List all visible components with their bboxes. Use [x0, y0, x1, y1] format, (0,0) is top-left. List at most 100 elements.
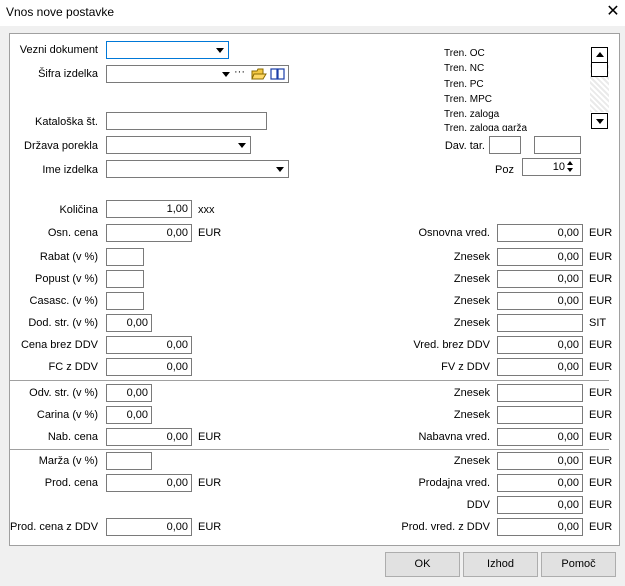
rabat-znesek-unit: EUR	[589, 251, 613, 263]
scrollbar-thumb[interactable]	[591, 62, 608, 77]
prod-cena-unit: EUR	[198, 477, 222, 489]
vred-brez-ddv-label: Vred. brez DDV	[413, 339, 490, 351]
odv-str-znesek-unit: EUR	[589, 387, 613, 399]
osn-cena-input[interactable]: 0,00	[106, 224, 192, 242]
osnovna-vred-label: Osnovna vred.	[418, 227, 490, 239]
dav-tar-input-1[interactable]	[489, 136, 521, 154]
open-folder-icon[interactable]	[251, 67, 267, 81]
prod-vred-z-ddv-unit: EUR	[589, 521, 613, 533]
casasc-znesek-label: Znesek	[453, 295, 490, 307]
arrow-down-icon	[596, 119, 604, 124]
carina-input[interactable]: 0,00	[106, 406, 152, 424]
kolicina-label: Količina	[59, 204, 98, 216]
casasc-znesek-unit: EUR	[589, 295, 613, 307]
carina-znesek-label: Znesek	[453, 409, 490, 421]
scroll-up-button[interactable]	[591, 47, 608, 63]
vred-brez-ddv-unit: EUR	[589, 339, 613, 351]
fc-z-ddv-input[interactable]: 0,00	[106, 358, 192, 376]
popust-input[interactable]	[106, 270, 144, 288]
odv-str-label: Odv. str. (v %)	[29, 387, 98, 399]
marza-znesek-unit: EUR	[589, 455, 613, 467]
carina-label: Carina (v %)	[36, 409, 98, 421]
sifra-izdelka-select[interactable]: ···	[106, 65, 289, 83]
ddv-input[interactable]: 0,00	[497, 496, 583, 514]
chevron-down-icon	[216, 48, 224, 53]
tren-mpc-label: Tren. MPC	[444, 94, 492, 105]
poz-label: Poz	[495, 164, 514, 176]
nab-cena-input[interactable]: 0,00	[106, 428, 192, 446]
tren-nc-label: Tren. NC	[444, 63, 485, 74]
dav-tar-label: Dav. tar.	[444, 140, 485, 152]
nabavna-vred-input[interactable]: 0,00	[497, 428, 583, 446]
marza-znesek-input[interactable]: 0,00	[497, 452, 583, 470]
dod-str-label: Dod. str. (v %)	[28, 317, 98, 329]
ime-izdelka-select[interactable]	[106, 160, 289, 178]
rabat-input[interactable]	[106, 248, 144, 266]
prodajna-vred-input[interactable]: 0,00	[497, 474, 583, 492]
drzava-label: Država porekla	[24, 140, 98, 152]
book-icon[interactable]	[270, 67, 286, 81]
nabavna-vred-unit: EUR	[589, 431, 613, 443]
fv-z-ddv-input[interactable]: 0,00	[497, 358, 583, 376]
cena-brez-ddv-input[interactable]: 0,00	[106, 336, 192, 354]
osnovna-vred-unit: EUR	[589, 227, 613, 239]
prod-cena-input[interactable]: 0,00	[106, 474, 192, 492]
fc-z-ddv-label: FC z DDV	[48, 361, 99, 373]
rabat-znesek-input[interactable]: 0,00	[497, 248, 583, 266]
dod-str-znesek-unit: SIT	[589, 317, 607, 329]
tren-zaloga-garza-label: Tren. zaloga garža	[444, 123, 528, 131]
casasc-znesek-input[interactable]: 0,00	[497, 292, 583, 310]
osn-cena-unit: EUR	[198, 227, 222, 239]
nab-cena-unit: EUR	[198, 431, 222, 443]
scroll-down-button[interactable]	[591, 113, 608, 129]
pomoc-button[interactable]: Pomoč	[541, 552, 616, 577]
ime-izdelka-label: Ime izdelka	[42, 164, 98, 176]
dod-str-znesek-input[interactable]	[497, 314, 583, 332]
drzava-select[interactable]	[106, 136, 251, 154]
vezni-dokument-label: Vezni dokument	[19, 44, 98, 56]
prod-cena-z-ddv-input[interactable]: 0,00	[106, 518, 192, 536]
prodajna-vred-label: Prodajna vred.	[418, 477, 490, 489]
kataloska-label: Kataloška št.	[35, 116, 98, 128]
prod-cena-label: Prod. cena	[44, 477, 98, 489]
dod-str-input[interactable]: 0,00	[106, 314, 152, 332]
vezni-dokument-select[interactable]	[106, 41, 229, 59]
prod-vred-z-ddv-input[interactable]: 0,00	[497, 518, 583, 536]
kolicina-input[interactable]: 1,00	[106, 200, 192, 218]
arrow-up-icon	[596, 52, 604, 57]
kolicina-unit: xxx	[198, 204, 215, 216]
odv-str-input[interactable]: 0,00	[106, 384, 152, 402]
separator-1	[10, 380, 609, 381]
tren-zaloga-label: Tren. zaloga	[444, 109, 500, 120]
carina-znesek-unit: EUR	[589, 409, 613, 421]
izhod-button[interactable]: Izhod	[463, 552, 538, 577]
odv-str-znesek-input[interactable]	[497, 384, 583, 402]
sifra-izdelka-label: Šifra izdelka	[38, 68, 98, 80]
osnovna-vred-input[interactable]: 0,00	[497, 224, 583, 242]
prod-vred-z-ddv-label: Prod. vred. z DDV	[401, 521, 490, 533]
dav-tar-input-2[interactable]	[534, 136, 581, 154]
vred-brez-ddv-input[interactable]: 0,00	[497, 336, 583, 354]
ddv-unit: EUR	[589, 499, 613, 511]
poz-value: 10	[552, 161, 565, 173]
kataloska-input[interactable]	[106, 112, 267, 130]
stepper-down-icon[interactable]	[567, 168, 573, 172]
marza-label: Marža (v %)	[38, 455, 98, 467]
popust-znesek-unit: EUR	[589, 273, 613, 285]
close-icon[interactable]: ✕	[603, 2, 623, 22]
popust-znesek-input[interactable]: 0,00	[497, 270, 583, 288]
nab-cena-label: Nab. cena	[47, 431, 98, 443]
osn-cena-label: Osn. cena	[47, 227, 98, 239]
carina-znesek-input[interactable]	[497, 406, 583, 424]
ellipsis-icon[interactable]: ···	[234, 66, 245, 78]
prod-cena-z-ddv-unit: EUR	[198, 521, 222, 533]
stepper-up-icon[interactable]	[567, 161, 573, 165]
ok-button[interactable]: OK	[385, 552, 460, 577]
chevron-down-icon	[238, 143, 246, 148]
casasc-input[interactable]	[106, 292, 144, 310]
tren-pc-label: Tren. PC	[444, 79, 484, 90]
rabat-znesek-label: Znesek	[453, 251, 490, 263]
marza-input[interactable]	[106, 452, 152, 470]
casasc-label: Casasc. (v %)	[29, 295, 98, 307]
chevron-down-icon	[222, 72, 230, 77]
